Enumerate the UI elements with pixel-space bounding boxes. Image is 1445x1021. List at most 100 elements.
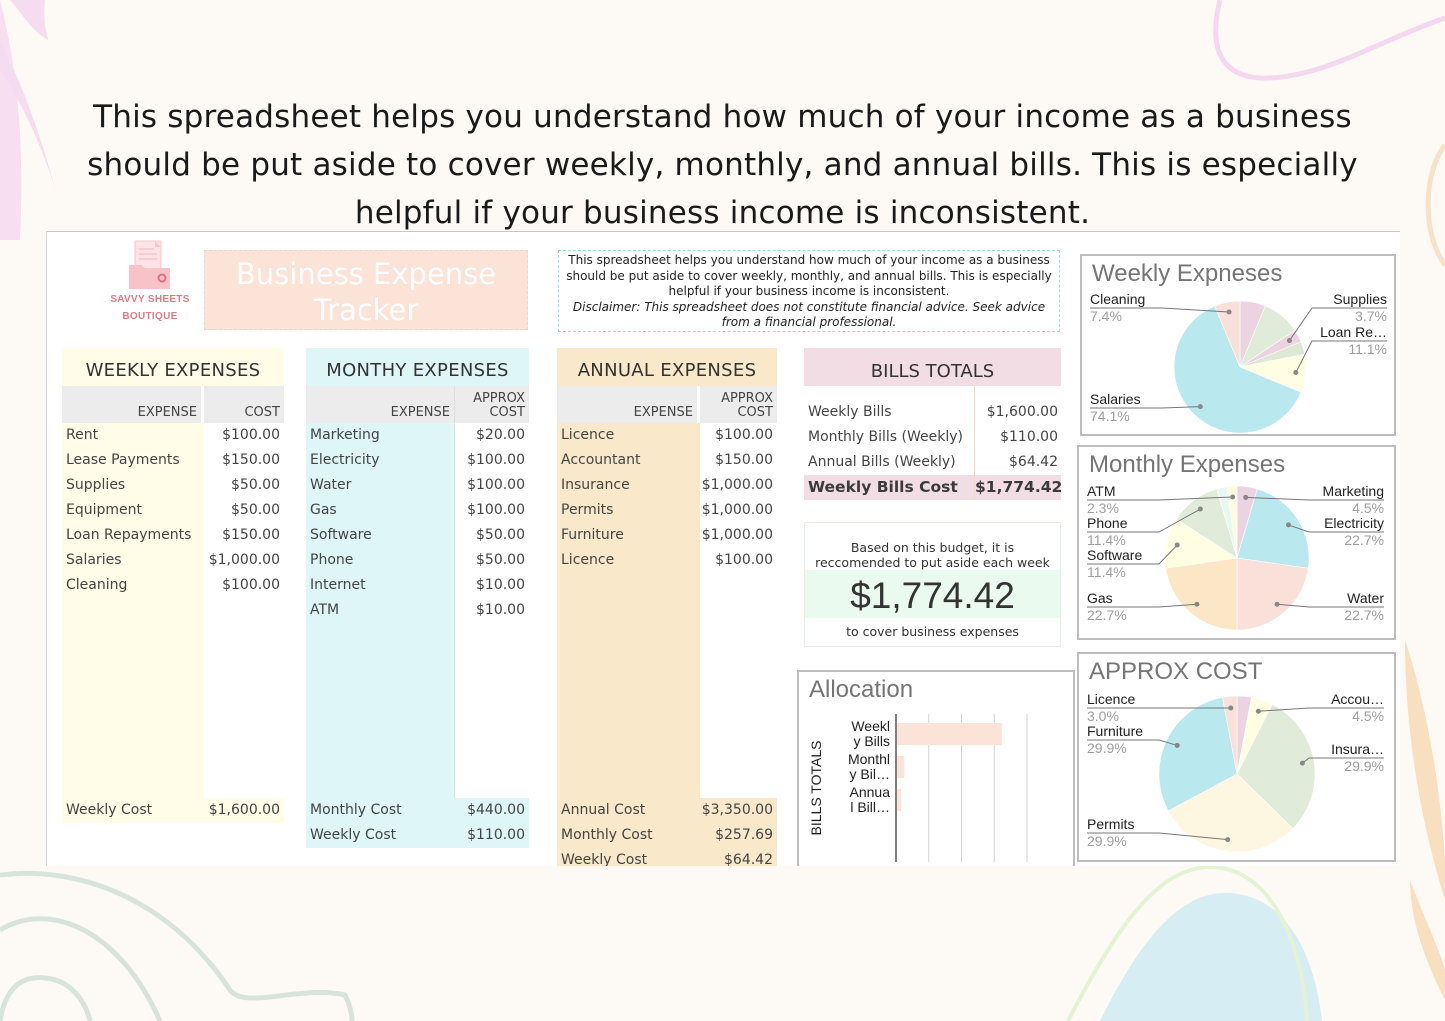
- pie-slice: [1165, 557, 1238, 631]
- total-label: Monthly Cost: [561, 827, 653, 843]
- spreadsheet: SAVVY SHEETS BOUTIQUE Business Expense T…: [46, 231, 1400, 866]
- leader-dot: [1197, 404, 1203, 410]
- slice-label: ATM: [1087, 483, 1116, 499]
- cell-expense[interactable]: Rent: [62, 423, 204, 448]
- leader-dot: [1230, 494, 1236, 500]
- leader-dot: [1285, 522, 1291, 528]
- cell-cost[interactable]: $100.00: [700, 548, 777, 573]
- cell-expense[interactable]: Salaries: [62, 548, 204, 573]
- cell-expense[interactable]: Licence: [557, 423, 700, 448]
- approx-cost-pie-chart[interactable]: APPROX COST Accou… 4.5% Insura… 29.9% Licenc…: [1077, 652, 1396, 862]
- intro-box: This spreadsheet helps you understand ho…: [558, 250, 1060, 332]
- bar: [897, 756, 905, 778]
- cell-cost[interactable]: $50.00: [455, 523, 529, 548]
- monthly-expenses-table: MONTHY EXPENSES EXPENSE APPROX COST Marke…: [306, 348, 529, 848]
- cell-cost[interactable]: $10.00: [455, 598, 529, 623]
- cell-cost[interactable]: $100.00: [455, 448, 529, 473]
- cell-expense[interactable]: Equipment: [62, 498, 204, 523]
- slice-label: Accou…: [1331, 691, 1384, 707]
- bills-value[interactable]: $110.00: [975, 425, 1061, 450]
- cell-cost[interactable]: $150.00: [204, 523, 284, 548]
- cell-expense[interactable]: Internet: [306, 573, 454, 598]
- leader-dot: [1174, 542, 1180, 548]
- cell-expense[interactable]: Gas: [306, 498, 454, 523]
- bar: [897, 723, 1002, 745]
- leader-dot: [1226, 309, 1232, 315]
- cell-cost[interactable]: $1,000.00: [700, 498, 777, 523]
- recommendation-box: Based on this budget, it is reccomended …: [804, 522, 1061, 647]
- cell-expense[interactable]: Phone: [306, 548, 454, 573]
- cell-expense[interactable]: Accountant: [557, 448, 700, 473]
- col-header-approx-cost: APPROX COST: [721, 391, 773, 420]
- cell-expense[interactable]: Water: [306, 473, 454, 498]
- x-tick-label: $0.00: [872, 865, 904, 866]
- cell-cost[interactable]: $100.00: [204, 423, 284, 448]
- annual-expenses-table: ANNUAL EXPENSES EXPENSE APPROX COST Licen…: [557, 348, 777, 866]
- bills-row: Annual Bills (Weekly) $64.42: [804, 450, 1061, 475]
- total-value: $257.69: [715, 827, 773, 843]
- cell-cost[interactable]: $100.00: [455, 473, 529, 498]
- cell-cost[interactable]: $100.00: [700, 423, 777, 448]
- slice-percent: 3.7%: [1355, 308, 1387, 324]
- annual-column-headers: EXPENSE APPROX COST: [557, 386, 777, 423]
- expense-column: Licence Accountant Insurance Permits Fur…: [557, 423, 700, 798]
- cell-cost[interactable]: $20.00: [455, 423, 529, 448]
- y-category-label: Weekl: [851, 718, 890, 734]
- slice-percent: 4.5%: [1352, 500, 1384, 516]
- cell-cost[interactable]: $50.00: [204, 498, 284, 523]
- slice-percent: 29.9%: [1344, 758, 1384, 774]
- pie-plot: Marketing4.5%Electricity22.7%Water22.7%A…: [1087, 483, 1384, 631]
- monthly-table-title: MONTHY EXPENSES: [306, 348, 529, 386]
- bills-value[interactable]: $1,600.00: [975, 400, 1061, 425]
- cell-expense[interactable]: Insurance: [557, 473, 700, 498]
- cost-column: $100.00 $150.00 $1,000.00 $1,000.00 $1,0…: [700, 423, 777, 798]
- cell-expense[interactable]: Electricity: [306, 448, 454, 473]
- slice-percent: 11.4%: [1087, 532, 1126, 548]
- y-category-label: y Bills: [853, 733, 890, 749]
- cell-cost[interactable]: $1,000.00: [204, 548, 284, 573]
- cell-cost[interactable]: $150.00: [700, 448, 777, 473]
- y-category-label: Monthl: [848, 751, 890, 767]
- cell-expense[interactable]: Licence: [557, 548, 700, 573]
- cell-expense[interactable]: Loan Repayments: [62, 523, 204, 548]
- cell-expense[interactable]: Permits: [557, 498, 700, 523]
- cell-expense[interactable]: ATM: [306, 598, 454, 623]
- sage-contour-decoration: [0, 975, 93, 1021]
- headline-text: This spreadsheet helps you understand ho…: [87, 99, 1358, 231]
- monthly-expenses-pie-chart[interactable]: Monthly Expenses Marketing 4.5% Electricit…: [1077, 445, 1396, 640]
- cell-cost[interactable]: $100.00: [204, 573, 284, 598]
- total-label: Weekly Cost: [310, 827, 397, 843]
- allocation-bar-plot: $0.00$500…$1,0…$1,5…$2,0…Weekly BillsMon…: [808, 714, 1035, 866]
- slice-label: Marketing: [1323, 483, 1384, 499]
- slice-percent: 4.5%: [1352, 708, 1384, 724]
- cell-expense[interactable]: Supplies: [62, 473, 204, 498]
- slice-percent: 22.7%: [1344, 607, 1384, 623]
- cell-expense[interactable]: Marketing: [306, 423, 454, 448]
- recommended-amount: $1,774.42: [805, 570, 1060, 618]
- slice-label: Gas: [1087, 590, 1113, 606]
- peach-arc-decoration: [1425, 143, 1445, 267]
- cell-cost[interactable]: $50.00: [204, 473, 284, 498]
- cell-expense[interactable]: Lease Payments: [62, 448, 204, 473]
- slice-label: Water: [1347, 590, 1384, 606]
- weekly-expenses-pie-chart[interactable]: Weekly Expneses Cleaning 7.4% Supplies 3.7%…: [1080, 254, 1396, 436]
- cell-expense[interactable]: Furniture: [557, 523, 700, 548]
- cell-expense[interactable]: Cleaning: [62, 573, 204, 598]
- cell-cost[interactable]: $1,000.00: [700, 473, 777, 498]
- peach-leaf-decoration: [1405, 640, 1445, 1000]
- cell-expense[interactable]: Software: [306, 523, 454, 548]
- slice-label: Phone: [1087, 515, 1128, 531]
- slice-percent: 11.4%: [1087, 564, 1126, 580]
- intro-text: This spreadsheet helps you understand ho…: [566, 253, 1052, 298]
- sage-contour-decoration: [0, 870, 355, 1021]
- allocation-chart[interactable]: Allocation $0.00$500…$1,0…$1,5…$2,0…Week…: [797, 670, 1075, 866]
- cell-cost[interactable]: $1,000.00: [700, 523, 777, 548]
- cell-cost[interactable]: $150.00: [204, 448, 284, 473]
- y-category-label: y Bil…: [850, 766, 890, 782]
- cell-cost[interactable]: $10.00: [455, 573, 529, 598]
- bills-row: Weekly Bills $1,600.00: [804, 400, 1061, 425]
- bills-value[interactable]: $64.42: [975, 450, 1061, 475]
- bills-total-value[interactable]: $1,774.42: [975, 475, 1062, 500]
- cell-cost[interactable]: $100.00: [455, 498, 529, 523]
- cell-cost[interactable]: $50.00: [455, 548, 529, 573]
